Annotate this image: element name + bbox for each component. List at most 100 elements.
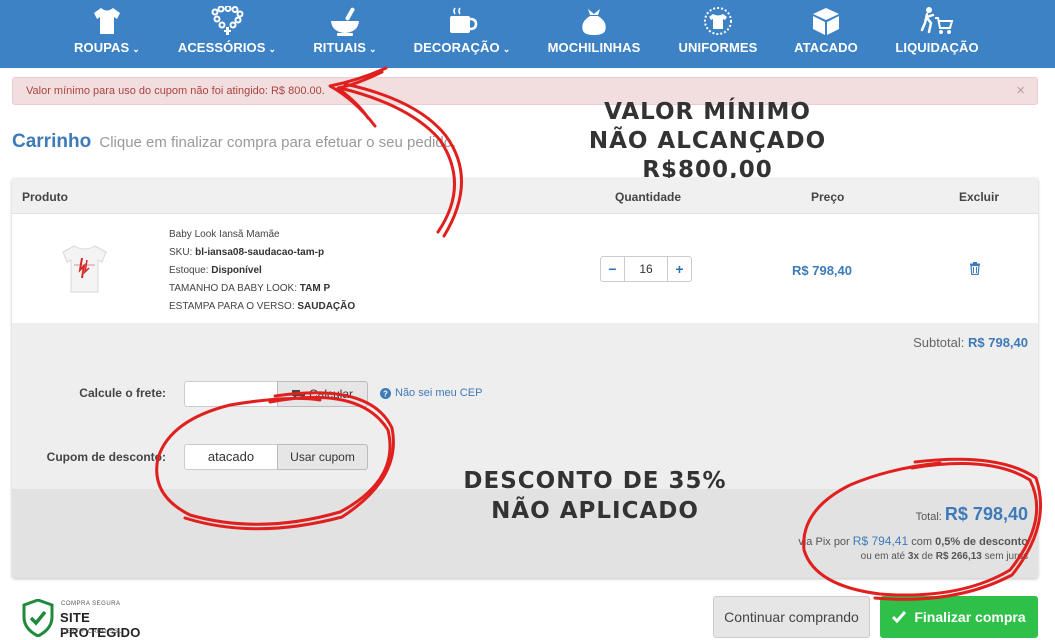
sku-value: bl-iansa08-saudacao-tam-p bbox=[195, 247, 325, 258]
pix-value: R$ 794,41 bbox=[852, 534, 909, 548]
coupon-input[interactable]: atacado bbox=[184, 444, 278, 470]
annotation-min-value: VALOR MÍNIMO NÃO ALCANÇADO R$800,00 bbox=[520, 98, 895, 185]
nav-item-liquidacao[interactable]: LIQUIDAÇÃO bbox=[894, 0, 980, 68]
box-icon bbox=[809, 4, 843, 38]
chevron-down-icon: ⌄ bbox=[132, 44, 140, 54]
product-thumbnail[interactable] bbox=[57, 232, 112, 302]
product-info: Baby Look Iansã Mamãe SKU: bl-iansa08-sa… bbox=[169, 226, 355, 316]
total: Total: R$ 798,40 bbox=[916, 504, 1028, 525]
sku-label: SKU: bbox=[169, 247, 196, 258]
close-icon[interactable]: × bbox=[1016, 78, 1025, 104]
check-icon bbox=[892, 611, 907, 623]
continue-shopping-button[interactable]: Continuar comprando bbox=[713, 596, 870, 638]
installment-count: 3x bbox=[907, 551, 920, 562]
installment-value: R$ 266,13 bbox=[935, 551, 982, 562]
tshirt-icon bbox=[90, 4, 124, 38]
column-header-quantity: Quantidade bbox=[615, 190, 682, 204]
product-name[interactable]: Baby Look Iansã Mamãe bbox=[169, 226, 355, 244]
print-label: ESTAMPA PARA O VERSO: bbox=[169, 301, 298, 312]
total-label: Total: bbox=[915, 511, 945, 523]
help-circle-icon: ? bbox=[380, 387, 391, 399]
annotation-line: NÃO ALCANÇADO R$800,00 bbox=[588, 128, 827, 183]
zip-help-link[interactable]: ? Não sei meu CEP bbox=[380, 387, 482, 399]
pix-mid: com bbox=[908, 536, 936, 548]
quantity-stepper: − 16 + bbox=[600, 256, 692, 282]
total-value: R$ 798,40 bbox=[944, 504, 1028, 524]
size-label: TAMANHO DA BABY LOOK: bbox=[169, 283, 300, 294]
svg-text:?: ? bbox=[383, 389, 388, 398]
nav-item-rituais[interactable]: RITUAIS ⌄ bbox=[309, 0, 381, 68]
nav-item-uniformes[interactable]: UNIFORMES bbox=[677, 0, 759, 68]
chevron-down-icon: ⌄ bbox=[502, 44, 511, 54]
zip-help-label: Não sei meu CEP bbox=[395, 387, 483, 399]
nav-label: RITUAIS bbox=[313, 40, 367, 55]
uniform-icon bbox=[701, 4, 735, 38]
security-seal: COMPRA SEGURA SITE PROTEGIDO CERTIFICADO… bbox=[22, 599, 152, 640]
product-print: ESTAMPA PARA O VERSO: SAUDAÇÃO bbox=[169, 298, 355, 316]
nav-item-acessorios[interactable]: ACESSÓRIOS ⌄ bbox=[177, 0, 277, 68]
pix-prefix: via Pix por bbox=[798, 536, 853, 548]
subtotal-label: Subtotal: bbox=[913, 335, 968, 350]
print-value: SAUDAÇÃO bbox=[297, 301, 356, 312]
column-header-product: Produto bbox=[22, 190, 68, 204]
checkout-button[interactable]: Finalizar compra bbox=[880, 596, 1038, 638]
shield-check-icon bbox=[22, 599, 54, 637]
pix-price: via Pix por R$ 794,41 com 0,5% de descon… bbox=[798, 534, 1028, 548]
annotation-line: NÃO APLICADO bbox=[491, 498, 699, 524]
nav-item-decoracao[interactable]: DECORAÇÃO ⌄ bbox=[413, 0, 511, 68]
stock-value: Disponível bbox=[211, 265, 262, 276]
item-price: R$ 798,40 bbox=[792, 263, 852, 278]
subtotal-value: R$ 798,40 bbox=[968, 335, 1028, 350]
trash-icon[interactable] bbox=[969, 262, 981, 280]
chevron-down-icon: ⌄ bbox=[268, 44, 277, 54]
page-title: Carrinho bbox=[12, 131, 92, 152]
cart-run-icon bbox=[920, 4, 954, 38]
seal-top-text: COMPRA SEGURA bbox=[61, 601, 121, 607]
cart-table-header: Produto Quantidade Preço Excluir bbox=[12, 178, 1038, 214]
product-sku: SKU: bl-iansa08-saudacao-tam-p bbox=[169, 244, 355, 262]
nav-label: UNIFORMES bbox=[678, 40, 758, 55]
nav-item-mochilinhas[interactable]: MOCHILINHAS bbox=[546, 0, 642, 68]
seal-bottom-text: CERTIFICADO SSL bbox=[61, 629, 123, 635]
size-value: TAM P bbox=[299, 283, 331, 294]
shipping-label: Calcule o frete: bbox=[79, 386, 166, 400]
pix-discount: 0,5% de desconto bbox=[935, 536, 1028, 548]
subtotal: Subtotal: R$ 798,40 bbox=[913, 335, 1028, 350]
mug-icon bbox=[445, 4, 479, 38]
installments: ou em até 3x de R$ 266,13 sem juros bbox=[861, 551, 1028, 562]
nav-label: ROUPAS bbox=[74, 40, 130, 55]
calculate-shipping-button[interactable]: Calcular bbox=[277, 381, 368, 407]
page-header: Carrinho Clique em finalizar compra para… bbox=[12, 131, 456, 153]
coupon-label: Cupom de desconto: bbox=[46, 450, 166, 464]
decrease-quantity-button[interactable]: − bbox=[601, 257, 624, 281]
installment-mid: de bbox=[919, 551, 936, 562]
nav-item-atacado[interactable]: ATACADO bbox=[792, 0, 860, 68]
nav-label: MOCHILINHAS bbox=[547, 40, 641, 55]
seal-main-text: SITE PROTEGIDO bbox=[60, 610, 141, 640]
quantity-input[interactable]: 16 bbox=[624, 257, 668, 281]
calculate-label: Calcular bbox=[308, 387, 353, 401]
page-subtitle: Clique em finalizar compra para efetuar … bbox=[99, 134, 457, 151]
main-navigation: ROUPAS ⌄ ACESSÓRIOS ⌄ RITUAIS ⌄ DECORAÇÃO ⌄ … bbox=[0, 0, 1055, 68]
annotation-discount: DESCONTO DE 35% NÃO APLICADO bbox=[440, 466, 750, 526]
stock-label: Estoque: bbox=[169, 265, 212, 276]
chevron-down-icon: ⌄ bbox=[369, 44, 377, 54]
column-header-remove: Excluir bbox=[959, 190, 1000, 204]
pouch-icon bbox=[577, 4, 611, 38]
installment-prefix: ou em até bbox=[860, 551, 908, 562]
apply-coupon-button[interactable]: Usar cupom bbox=[277, 444, 368, 470]
nav-item-roupas[interactable]: ROUPAS ⌄ bbox=[72, 0, 142, 68]
mortar-icon bbox=[328, 4, 362, 38]
annotation-line: VALOR MÍNIMO bbox=[604, 99, 811, 125]
table-row: Baby Look Iansã Mamãe SKU: bl-iansa08-sa… bbox=[12, 214, 1038, 323]
increase-quantity-button[interactable]: + bbox=[668, 257, 691, 281]
product-stock: Estoque: Disponível bbox=[169, 262, 355, 280]
necklace-icon bbox=[209, 4, 245, 38]
column-header-price: Preço bbox=[811, 190, 845, 204]
nav-label: ACESSÓRIOS bbox=[177, 40, 266, 55]
alert-message: Valor mínimo para uso do cupom não foi a… bbox=[26, 85, 325, 97]
nav-label: ATACADO bbox=[794, 40, 858, 55]
product-size: TAMANHO DA BABY LOOK: TAM P bbox=[169, 280, 355, 298]
zip-code-input[interactable] bbox=[184, 381, 278, 407]
annotation-line: DESCONTO DE 35% bbox=[463, 468, 727, 494]
